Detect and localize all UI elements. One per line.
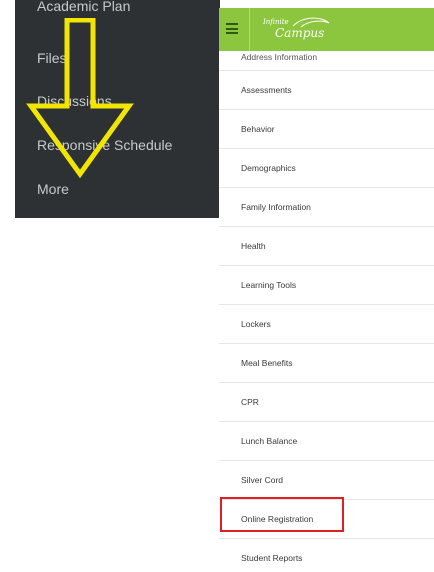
menu-item-label: Demographics bbox=[241, 163, 296, 173]
menu-item-assessments[interactable]: Assessments bbox=[219, 71, 434, 110]
screenshot-canvas: Academic Plan Files Discussions Responsi… bbox=[0, 0, 434, 572]
app-header: Infinite Campus bbox=[219, 8, 434, 51]
side-navigation-menu: Academic Plan Files Discussions Responsi… bbox=[15, 0, 220, 218]
menu-item-label: CPR bbox=[241, 397, 259, 407]
menu-item-label: Lunch Balance bbox=[241, 436, 298, 446]
menu-item-learning-tools[interactable]: Learning Tools bbox=[219, 266, 434, 305]
menu-item-lunch-balance[interactable]: Lunch Balance bbox=[219, 422, 434, 461]
menu-item-silver-cord[interactable]: Silver Cord bbox=[219, 461, 434, 500]
side-item-files[interactable]: Files bbox=[37, 50, 67, 66]
menu-item-demographics[interactable]: Demographics bbox=[219, 149, 434, 188]
campus-more-panel: Address Information Assessments Behavior… bbox=[219, 8, 434, 572]
infinite-campus-logo: Infinite Campus bbox=[263, 14, 335, 46]
menu-item-label: Behavior bbox=[241, 124, 275, 134]
side-item-more[interactable]: More bbox=[37, 181, 69, 197]
menu-item-label: Silver Cord bbox=[241, 475, 284, 485]
side-item-academic-plan[interactable]: Academic Plan bbox=[37, 0, 130, 14]
menu-item-label: Address Information bbox=[241, 52, 318, 62]
logo-main-text: Campus bbox=[275, 26, 325, 40]
logo-top-text: Infinite bbox=[263, 18, 289, 26]
menu-item-label: Student Reports bbox=[241, 553, 303, 563]
menu-item-label: Assessments bbox=[241, 85, 292, 95]
menu-item-family-information[interactable]: Family Information bbox=[219, 188, 434, 227]
menu-item-label: Learning Tools bbox=[241, 280, 297, 290]
menu-item-label: Online Registration bbox=[241, 514, 314, 524]
side-item-responsive-schedule[interactable]: Responsive Schedule bbox=[37, 137, 172, 153]
menu-item-label: Family Information bbox=[241, 202, 311, 212]
menu-item-label: Lockers bbox=[241, 319, 271, 329]
hamburger-icon[interactable] bbox=[226, 23, 238, 34]
menu-item-behavior[interactable]: Behavior bbox=[219, 110, 434, 149]
menu-item-lockers[interactable]: Lockers bbox=[219, 305, 434, 344]
menu-item-meal-benefits[interactable]: Meal Benefits bbox=[219, 344, 434, 383]
header-divider bbox=[249, 8, 250, 51]
menu-item-student-reports[interactable]: Student Reports bbox=[219, 539, 434, 572]
menu-item-health[interactable]: Health bbox=[219, 227, 434, 266]
menu-item-label: Meal Benefits bbox=[241, 358, 293, 368]
menu-item-cpr[interactable]: CPR bbox=[219, 383, 434, 422]
menu-item-label: Health bbox=[241, 241, 266, 251]
side-item-discussions[interactable]: Discussions bbox=[37, 93, 112, 109]
menu-item-online-registration[interactable]: Online Registration bbox=[219, 500, 434, 539]
